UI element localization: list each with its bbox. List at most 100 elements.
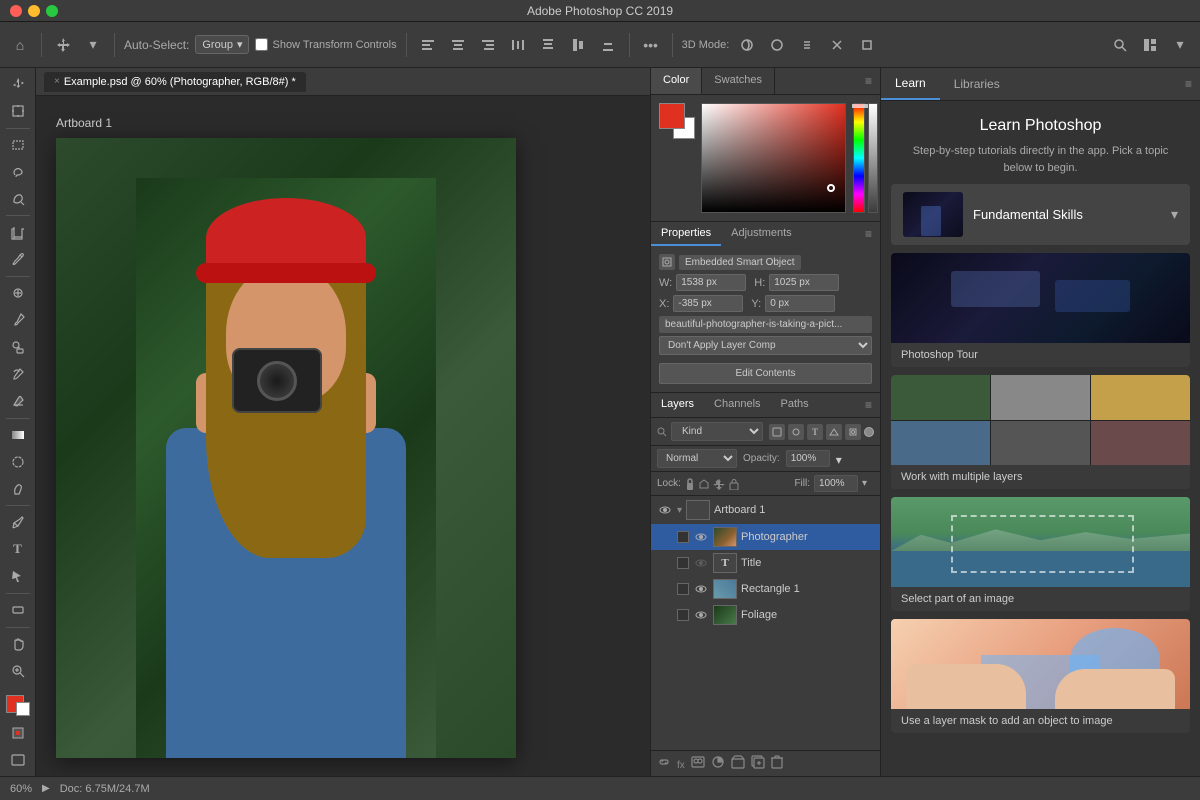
adjustments-tab[interactable]: Adjustments <box>721 222 802 246</box>
quick-mask-tool[interactable] <box>4 720 32 745</box>
properties-tab[interactable]: Properties <box>651 222 721 246</box>
layers-menu-icon[interactable]: ≡ <box>857 393 880 417</box>
zoom-tool[interactable] <box>4 658 32 683</box>
marquee-tool[interactable] <box>4 133 32 158</box>
align-right-icon[interactable] <box>476 33 500 57</box>
filter-pixel-icon[interactable] <box>769 424 785 440</box>
layers-kind-filter[interactable]: Kind <box>671 422 763 441</box>
layers-filter-toggle[interactable] <box>864 424 874 440</box>
background-color[interactable] <box>16 702 30 716</box>
maximize-window-button[interactable] <box>46 5 58 17</box>
photographer-layer[interactable]: Photographer <box>651 524 880 550</box>
fill-input[interactable] <box>814 475 858 492</box>
artboard-visibility-eye[interactable] <box>657 502 673 518</box>
filter-smart-icon[interactable] <box>845 424 861 440</box>
rectangle1-checkbox[interactable] <box>677 583 689 595</box>
more-options-icon[interactable]: ••• <box>639 33 663 57</box>
foliage-layer[interactable]: Foliage <box>651 602 880 628</box>
edit-contents-button[interactable]: Edit Contents <box>659 363 872 384</box>
eraser-tool[interactable] <box>4 389 32 414</box>
section-collapse-icon[interactable]: ▾ <box>1171 206 1178 223</box>
toolbar-v-icon[interactable]: ▾ <box>81 33 105 57</box>
delete-layer-icon[interactable] <box>771 755 783 772</box>
add-fx-icon[interactable]: fx <box>677 757 685 771</box>
minimize-window-button[interactable] <box>28 5 40 17</box>
eyedropper-tool[interactable] <box>4 247 32 272</box>
home-button[interactable]: ⌂ <box>8 33 32 57</box>
color-preview-area[interactable] <box>659 103 695 139</box>
dodge-tool[interactable] <box>4 476 32 501</box>
gradient-tool[interactable] <box>4 422 32 447</box>
align-middle-icon[interactable] <box>566 33 590 57</box>
foliage-visibility[interactable] <box>693 607 709 623</box>
hand-tool[interactable] <box>4 631 32 656</box>
photographer-visibility[interactable] <box>693 529 709 545</box>
title-visibility[interactable] <box>693 555 709 571</box>
lock-position-icon[interactable] <box>698 478 710 490</box>
paths-tab[interactable]: Paths <box>771 393 819 417</box>
move-tool[interactable] <box>4 72 32 97</box>
canvas-container[interactable]: Artboard 1 <box>36 96 650 776</box>
3d-scale-icon[interactable] <box>855 33 879 57</box>
lasso-tool[interactable] <box>4 160 32 185</box>
swatches-tab[interactable]: Swatches <box>702 68 775 94</box>
path-selection-tool[interactable] <box>4 564 32 589</box>
search-icon[interactable] <box>1108 33 1132 57</box>
align-bottom-icon[interactable] <box>596 33 620 57</box>
fundamental-skills-header[interactable]: Fundamental Skills ▾ <box>891 184 1190 245</box>
title-checkbox[interactable] <box>677 557 689 569</box>
title-layer[interactable]: T Title <box>651 550 880 576</box>
workspace-layout-icon[interactable] <box>1138 33 1162 57</box>
width-input[interactable] <box>676 274 746 291</box>
active-document-tab[interactable]: × Example.psd @ 60% (Photographer, RGB/8… <box>44 72 306 92</box>
crop-tool[interactable] <box>4 220 32 245</box>
3d-roll-icon[interactable] <box>765 33 789 57</box>
learn-tab[interactable]: Learn <box>881 68 940 100</box>
spectrum-cursor[interactable] <box>827 184 835 192</box>
opacity-expand-icon[interactable]: ▾ <box>836 453 848 465</box>
multiple-layers-card[interactable]: Work with multiple layers <box>891 375 1190 489</box>
type-tool[interactable]: T <box>4 537 32 562</box>
quick-select-tool[interactable] <box>4 187 32 212</box>
lock-pixel-icon[interactable] <box>685 478 695 490</box>
tab-close-icon[interactable]: × <box>54 76 60 87</box>
history-brush-tool[interactable] <box>4 362 32 387</box>
3d-pan-icon[interactable] <box>795 33 819 57</box>
artboard-expand-icon[interactable]: ▾ <box>677 505 682 516</box>
align-left-icon[interactable] <box>416 33 440 57</box>
3d-slide-icon[interactable] <box>825 33 849 57</box>
filter-type-icon[interactable]: T <box>807 424 823 440</box>
layer-mask-card[interactable]: Use a layer mask to add an object to ima… <box>891 619 1190 733</box>
lock-move-icon[interactable] <box>713 478 725 490</box>
close-window-button[interactable] <box>10 5 22 17</box>
color-panel-menu-icon[interactable]: ≡ <box>857 68 880 94</box>
opacity-input[interactable] <box>786 450 830 467</box>
filter-adjust-icon[interactable] <box>788 424 804 440</box>
window-controls[interactable] <box>10 5 58 17</box>
color-spectrum[interactable] <box>701 103 846 213</box>
layers-tab[interactable]: Layers <box>651 393 704 417</box>
foreground-background-colors[interactable] <box>4 693 32 718</box>
photoshop-tour-card[interactable]: Photoshop Tour <box>891 253 1190 367</box>
blend-mode-select[interactable]: Normal <box>657 449 737 468</box>
distribute-icon[interactable] <box>506 33 530 57</box>
filter-shape-icon[interactable] <box>826 424 842 440</box>
change-screen-mode-tool[interactable] <box>4 747 32 772</box>
shape-tool[interactable] <box>4 598 32 623</box>
filename-input[interactable] <box>659 316 872 333</box>
healing-tool[interactable] <box>4 281 32 306</box>
align-top-icon[interactable] <box>536 33 560 57</box>
artboard-tool[interactable] <box>4 99 32 124</box>
align-center-icon[interactable] <box>446 33 470 57</box>
foreground-color-preview[interactable] <box>659 103 685 129</box>
add-new-layer-icon[interactable] <box>751 755 765 772</box>
clone-stamp-tool[interactable] <box>4 335 32 360</box>
y-input[interactable] <box>765 295 835 312</box>
color-tab[interactable]: Color <box>651 68 702 94</box>
pen-tool[interactable] <box>4 510 32 535</box>
brush-tool[interactable] <box>4 308 32 333</box>
rectangle1-visibility[interactable] <box>693 581 709 597</box>
artboard-group-header[interactable]: ▾ Artboard 1 <box>651 496 880 524</box>
fill-expand-icon[interactable]: ▾ <box>862 478 874 490</box>
learn-panel-menu-icon[interactable]: ≡ <box>1177 69 1200 99</box>
